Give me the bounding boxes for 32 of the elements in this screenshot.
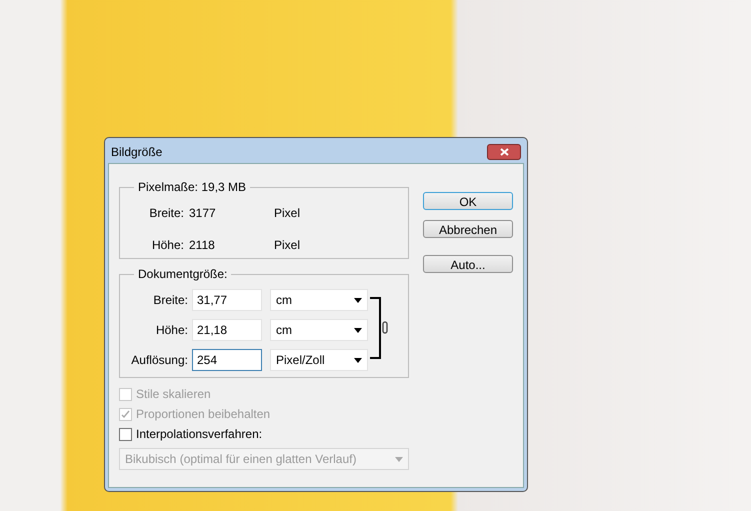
field-label: Breite:: [148, 205, 184, 222]
checkbox-label: Stile skalieren: [136, 386, 211, 403]
caret-icon: [395, 456, 403, 462]
field-label: Höhe:: [154, 322, 189, 339]
unit-dropdown[interactable]: cm: [270, 289, 368, 311]
caret-icon: [354, 328, 362, 332]
group-legend: Dokumentgröße:: [134, 265, 232, 283]
caret-icon: [354, 298, 362, 302]
window-title: Bildgröße: [111, 144, 162, 161]
dialog-button[interactable]: Auto...: [423, 255, 513, 273]
field-label: Auflösung:: [130, 352, 189, 369]
close-icon: [500, 148, 508, 156]
pixel-value: 3177: [188, 205, 217, 222]
number-field[interactable]: 21,18: [192, 319, 262, 341]
field-label: Breite:: [152, 292, 189, 309]
checkbox-label: Interpolationsverfahren:: [136, 426, 262, 443]
number-field[interactable]: 31,77: [192, 289, 262, 311]
unit-label: Pixel: [274, 205, 300, 222]
checkbox[interactable]: [119, 428, 132, 440]
number-field[interactable]: 254: [192, 349, 262, 371]
unit-dropdown[interactable]: Pixel/Zoll: [270, 349, 368, 371]
group-legend: Pixelmaße: 19,3 MB: [134, 178, 250, 196]
caret-icon: [354, 358, 362, 362]
dialog-button[interactable]: OK: [423, 192, 513, 210]
checkbox-label: Proportionen beibehalten: [136, 406, 270, 423]
dialog-button[interactable]: Abbrechen: [423, 220, 513, 238]
unit-label: Pixel: [274, 237, 300, 254]
close-button[interactable]: [487, 144, 521, 160]
unit-dropdown[interactable]: cm: [270, 319, 368, 341]
field-label: Höhe:: [150, 237, 184, 254]
check-icon: [121, 410, 130, 418]
pixel-value: 2118: [188, 237, 216, 254]
